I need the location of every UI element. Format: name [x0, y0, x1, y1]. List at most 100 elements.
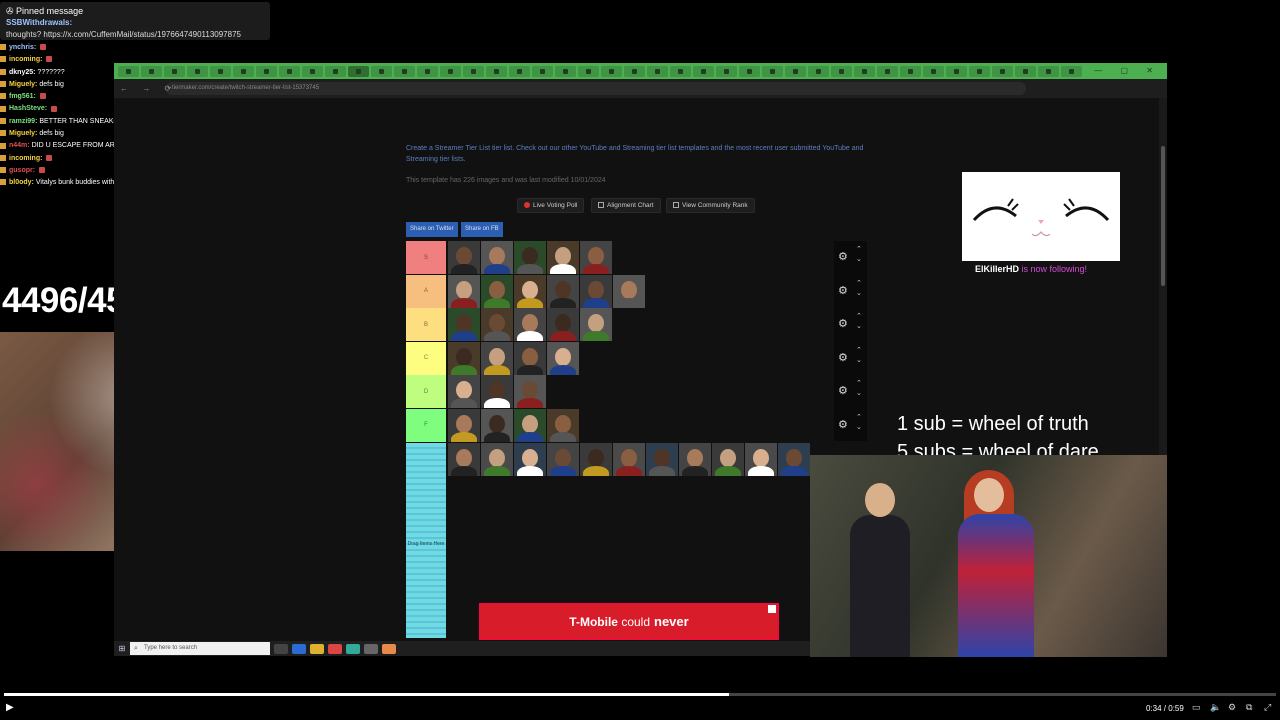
browser-tab[interactable]	[739, 65, 760, 77]
browser-tab[interactable]	[417, 65, 438, 77]
gear-icon[interactable]: ⚙	[838, 351, 848, 364]
browser-tab[interactable]	[1061, 65, 1082, 77]
unranked-image[interactable]	[547, 443, 579, 476]
chat-username[interactable]: ramzi99:	[9, 118, 37, 125]
tier-image[interactable]	[448, 408, 480, 442]
chat-username[interactable]: Miguely:	[9, 130, 37, 137]
arrow-updown-icon[interactable]: ⌃ ⌄	[856, 346, 862, 366]
gear-icon[interactable]: ⚙	[838, 250, 848, 263]
browser-tab[interactable]	[831, 65, 852, 77]
browser-tab[interactable]	[394, 65, 415, 77]
browser-tab[interactable]	[1015, 65, 1036, 77]
browser-tab[interactable]	[762, 65, 783, 77]
gear-icon[interactable]: ⚙	[838, 317, 848, 330]
browser-tab[interactable]	[854, 65, 875, 77]
browser-tab[interactable]	[509, 65, 530, 77]
captions-icon[interactable]: ▭	[1192, 702, 1201, 713]
browser-tab[interactable]	[440, 65, 461, 77]
unranked-image[interactable]	[646, 443, 678, 476]
unranked-image[interactable]	[712, 443, 744, 476]
browser-tab[interactable]	[601, 65, 622, 77]
ad-close-icon[interactable]	[768, 605, 776, 613]
chat-username[interactable]: incoming:	[9, 155, 42, 162]
browser-tab[interactable]	[463, 65, 484, 77]
tier-image[interactable]	[481, 241, 513, 274]
browser-tab[interactable]	[302, 65, 323, 77]
app-icon-gray[interactable]	[364, 643, 378, 654]
chat-username[interactable]: fmg561:	[9, 93, 36, 100]
task-view-icon[interactable]	[274, 643, 288, 654]
folder-icon[interactable]	[310, 643, 324, 654]
community-rank-button[interactable]: View Community Rank	[666, 198, 755, 213]
share-twitter-button[interactable]: Share on Twitter	[406, 222, 458, 237]
tier-label[interactable]: D	[406, 375, 446, 408]
tier-image[interactable]	[481, 341, 513, 375]
tier-image[interactable]	[448, 341, 480, 375]
browser-tab[interactable]	[716, 65, 737, 77]
arrow-updown-icon[interactable]: ⌃ ⌄	[856, 245, 862, 265]
browser-tab[interactable]	[900, 65, 921, 77]
tier-image[interactable]	[613, 274, 645, 308]
browser-tab[interactable]	[808, 65, 829, 77]
tier-image[interactable]	[448, 308, 480, 341]
tier-label[interactable]: F	[406, 408, 446, 442]
tier-image[interactable]	[481, 308, 513, 341]
tier-image[interactable]	[580, 274, 612, 308]
tier-label[interactable]: C	[406, 341, 446, 375]
chat-username[interactable]: incoming:	[9, 56, 42, 63]
browser-tab[interactable]	[946, 65, 967, 77]
chat-username[interactable]: HashSteve:	[9, 105, 47, 112]
url-input[interactable]: tiermaker.com/create/twitch-streamer-tie…	[166, 82, 1026, 95]
unranked-image[interactable]	[679, 443, 711, 476]
tier-image[interactable]	[547, 341, 579, 375]
browser-tab[interactable]	[670, 65, 691, 77]
arrow-updown-icon[interactable]: ⌃ ⌄	[856, 413, 862, 433]
tier-image[interactable]	[448, 241, 480, 274]
browser-tab[interactable]	[923, 65, 944, 77]
tier-image[interactable]	[547, 408, 579, 442]
windows-start-icon[interactable]: ⊞	[114, 644, 130, 653]
unranked-pool[interactable]: Drag Items Here	[406, 443, 446, 638]
browser-tab[interactable]	[164, 65, 185, 77]
browser-tab[interactable]	[256, 65, 277, 77]
browser-tab[interactable]	[1038, 65, 1059, 77]
tier-label[interactable]: S	[406, 241, 446, 274]
tier-image[interactable]	[580, 308, 612, 341]
unranked-image[interactable]	[580, 443, 612, 476]
tier-label[interactable]: A	[406, 274, 446, 308]
browser-tab[interactable]	[371, 65, 392, 77]
browser-tab[interactable]	[624, 65, 645, 77]
chrome-icon[interactable]	[346, 643, 360, 654]
unranked-image[interactable]	[514, 443, 546, 476]
browser-tab[interactable]	[578, 65, 599, 77]
tier-image[interactable]	[580, 241, 612, 274]
gear-icon[interactable]: ⚙	[838, 384, 848, 397]
tier-image[interactable]	[481, 274, 513, 308]
browser-tab[interactable]	[486, 65, 507, 77]
browser-tab[interactable]	[693, 65, 714, 77]
chat-username[interactable]: bl0ody:	[9, 179, 34, 186]
tier-image[interactable]	[547, 241, 579, 274]
chat-username[interactable]: dkny25:	[9, 69, 35, 76]
unranked-image[interactable]	[745, 443, 777, 476]
nav-arrows-icon[interactable]: ← → ⟳	[120, 84, 177, 93]
tier-image[interactable]	[448, 274, 480, 308]
unranked-image[interactable]	[481, 443, 513, 476]
arrow-updown-icon[interactable]: ⌃ ⌄	[856, 312, 862, 332]
browser-tab[interactable]	[992, 65, 1013, 77]
browser-tab[interactable]	[348, 65, 369, 77]
chat-username[interactable]: n44m:	[9, 142, 30, 149]
taskbar-search-input[interactable]: Type here to search	[130, 642, 270, 655]
tier-image[interactable]	[547, 274, 579, 308]
play-icon[interactable]: ▶	[6, 702, 14, 713]
window-controls-icon[interactable]: — ▢ ✕	[1094, 66, 1161, 75]
chat-username[interactable]: ynchris:	[9, 44, 36, 51]
chat-username[interactable]: Miguely:	[9, 81, 37, 88]
browser-tab[interactable]	[118, 65, 139, 77]
gear-icon[interactable]: ⚙	[838, 418, 848, 431]
browser-tab[interactable]	[555, 65, 576, 77]
browser-tab[interactable]	[969, 65, 990, 77]
live-voting-button[interactable]: Live Voting Poll	[517, 198, 585, 213]
tier-image[interactable]	[481, 408, 513, 442]
browser-tab[interactable]	[785, 65, 806, 77]
